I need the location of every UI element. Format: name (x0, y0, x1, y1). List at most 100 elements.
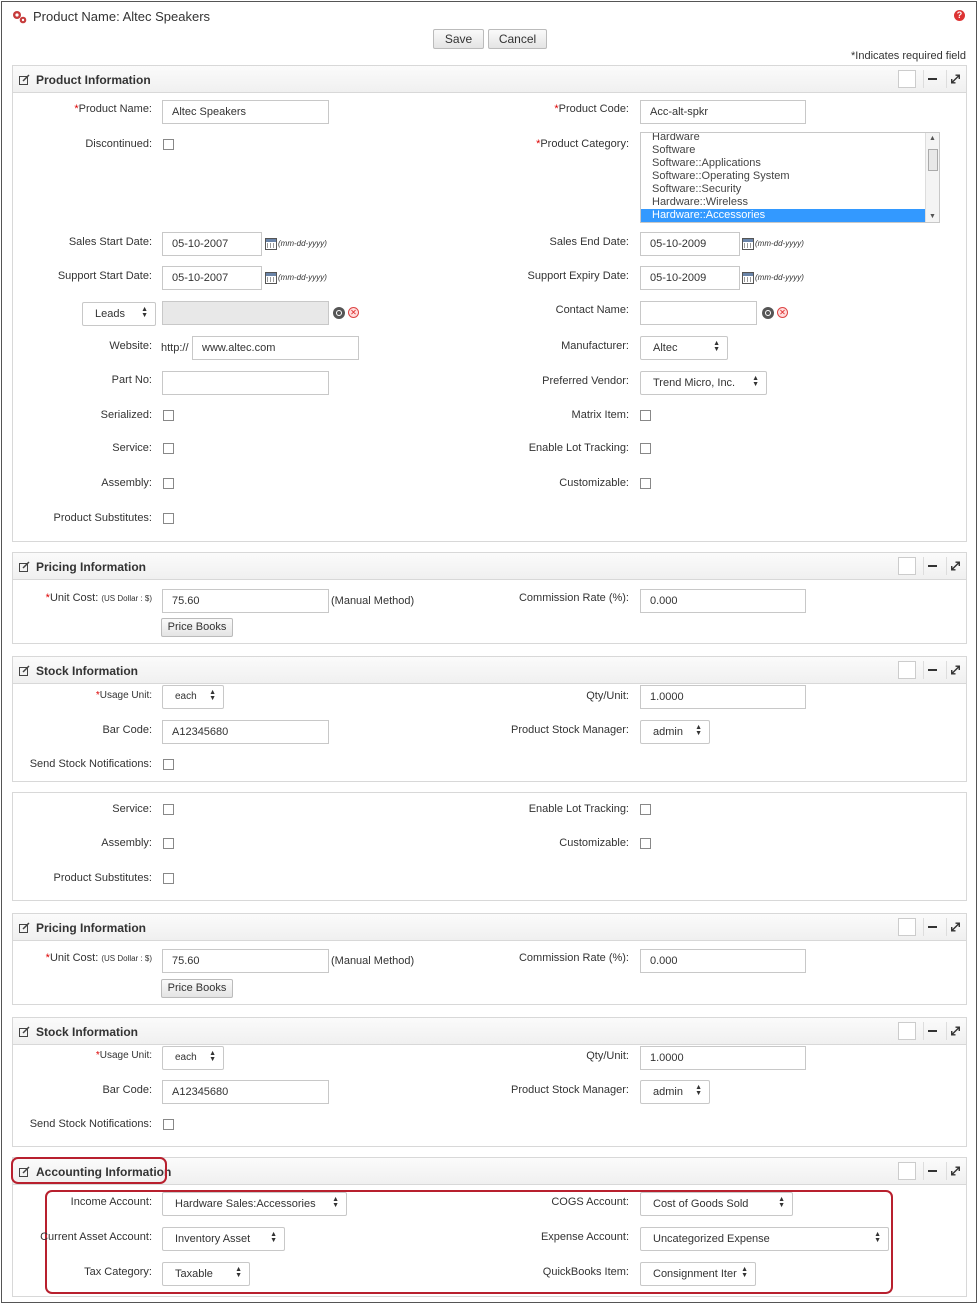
contact-name-input[interactable] (640, 301, 757, 325)
product-code-input[interactable]: Acc-alt-spkr (640, 100, 806, 124)
website-input[interactable]: www.altec.com (192, 336, 359, 360)
matrix-item-label: Matrix Item: (571, 409, 629, 421)
category-option[interactable]: Software (641, 144, 927, 157)
collapse-icon[interactable] (923, 557, 941, 575)
panel-checkbox[interactable] (898, 918, 916, 936)
expense-account-select[interactable]: Uncategorized Expense ▲ ▼ (640, 1227, 889, 1251)
calendar-icon[interactable] (265, 238, 277, 250)
collapse-icon[interactable] (923, 918, 941, 936)
unit-cost-input[interactable]: 75.60 (162, 589, 329, 613)
support-expiry-date-input[interactable]: 05-10-2009 (640, 266, 740, 290)
qty-unit-input[interactable]: 1.0000 (640, 685, 806, 709)
edit-icon[interactable] (19, 665, 30, 676)
quickbooks-item-select[interactable]: Consignment Iter ▲ ▼ (640, 1262, 756, 1286)
support-start-date-input[interactable]: 05-10-2007 (162, 266, 262, 290)
panel-checkbox[interactable] (898, 70, 916, 88)
expand-icon[interactable] (946, 918, 964, 936)
category-option[interactable]: Hardware::Accessories (641, 209, 927, 222)
service-checkbox[interactable] (163, 804, 174, 815)
matrix-item-checkbox[interactable] (640, 410, 651, 421)
product-name-input[interactable]: Altec Speakers (162, 100, 329, 124)
expand-icon[interactable] (946, 661, 964, 679)
category-option[interactable]: Software::Operating System (641, 170, 927, 183)
edit-icon[interactable] (19, 922, 30, 933)
page-title: Product Name: Altec Speakers (33, 9, 211, 24)
part-no-input[interactable] (162, 371, 329, 395)
collapse-icon[interactable] (923, 70, 941, 88)
collapse-icon[interactable] (923, 661, 941, 679)
preferred-vendor-select[interactable]: Trend Micro, Inc. ▲ ▼ (640, 371, 767, 395)
current-asset-account-select[interactable]: Inventory Asset ▲ ▼ (162, 1227, 285, 1251)
stock-manager-select[interactable]: admin ▲ ▼ (640, 1080, 710, 1104)
expand-icon[interactable] (946, 557, 964, 575)
lot-tracking-checkbox[interactable] (640, 443, 651, 454)
unit-cost-input[interactable]: 75.60 (162, 949, 329, 973)
serialized-label: Serialized: (100, 409, 152, 421)
collapse-icon[interactable] (923, 1162, 941, 1180)
edit-icon[interactable] (19, 1026, 30, 1037)
commission-rate-input[interactable]: 0.000 (640, 949, 806, 973)
customizable-checkbox[interactable] (640, 838, 651, 849)
search-icon[interactable] (333, 307, 345, 319)
cogs-account-select[interactable]: Cost of Goods Sold ▲ ▼ (640, 1192, 793, 1216)
panel-checkbox[interactable] (898, 557, 916, 575)
expand-icon[interactable] (946, 1162, 964, 1180)
assembly-checkbox[interactable] (163, 838, 174, 849)
category-option[interactable]: Software::Applications (641, 157, 927, 170)
calendar-icon[interactable] (742, 238, 754, 250)
sales-start-date-input[interactable]: 05-10-2007 (162, 232, 262, 256)
send-stock-notifications-checkbox[interactable] (163, 1119, 174, 1130)
cancel-button[interactable]: Cancel (488, 29, 547, 49)
product-code-label: *Product Code: (554, 103, 629, 115)
product-substitutes-label: Product Substitutes: (53, 512, 152, 524)
listbox-scrollbar[interactable]: ▲ ▼ (925, 133, 939, 222)
expand-icon[interactable] (946, 70, 964, 88)
search-icon[interactable] (762, 307, 774, 319)
panel-checkbox[interactable] (898, 1022, 916, 1040)
expand-icon[interactable] (946, 1022, 964, 1040)
tax-category-select[interactable]: Taxable ▲ ▼ (162, 1262, 250, 1286)
bar-code-input[interactable]: A12345680 (162, 1080, 329, 1104)
send-stock-notifications-checkbox[interactable] (163, 759, 174, 770)
usage-unit-select[interactable]: each ▲ ▼ (162, 685, 224, 709)
qty-unit-input[interactable]: 1.0000 (640, 1046, 806, 1070)
product-substitutes-checkbox[interactable] (163, 513, 174, 524)
calendar-icon[interactable] (742, 272, 754, 284)
collapse-icon[interactable] (923, 1022, 941, 1040)
product-category-listbox[interactable]: Hardware Software Software::Applications So… (640, 132, 940, 223)
bar-code-input[interactable]: A12345680 (162, 720, 329, 744)
assembly-checkbox[interactable] (163, 478, 174, 489)
panel-title: Pricing Information (36, 560, 147, 574)
help-icon[interactable]: ? (954, 10, 965, 21)
clear-icon[interactable]: ✕ (348, 307, 359, 318)
product-substitutes-checkbox[interactable] (163, 873, 174, 884)
calendar-icon[interactable] (265, 272, 277, 284)
date-format-hint: (mm-dd-yyyy) (278, 239, 327, 248)
category-option[interactable]: Hardware::Wireless (641, 196, 927, 209)
manufacturer-select[interactable]: Altec ▲ ▼ (640, 336, 728, 360)
category-option[interactable]: Hardware (641, 133, 927, 144)
stock-manager-select[interactable]: admin ▲ ▼ (640, 720, 710, 744)
serialized-checkbox[interactable] (163, 410, 174, 421)
category-option[interactable]: Software::Security (641, 183, 927, 196)
discontinued-checkbox[interactable] (163, 139, 174, 150)
manual-method-note: (Manual Method) (331, 595, 415, 607)
clear-icon[interactable]: ✕ (777, 307, 788, 318)
customizable-checkbox[interactable] (640, 478, 651, 489)
usage-unit-label: *Usage Unit: (95, 1050, 152, 1061)
usage-unit-select[interactable]: each ▲ ▼ (162, 1046, 224, 1070)
income-account-select[interactable]: Hardware Sales:Accessories ▲ ▼ (162, 1192, 347, 1216)
service-checkbox[interactable] (163, 443, 174, 454)
sales-end-date-input[interactable]: 05-10-2009 (640, 232, 740, 256)
related-record-input[interactable] (162, 301, 329, 325)
panel-checkbox[interactable] (898, 1162, 916, 1180)
edit-icon[interactable] (19, 561, 30, 572)
related-to-select[interactable]: Leads ▲ ▼ (82, 302, 156, 326)
save-button[interactable]: Save (433, 29, 484, 49)
lot-tracking-checkbox[interactable] (640, 804, 651, 815)
edit-icon[interactable] (19, 74, 30, 85)
panel-checkbox[interactable] (898, 661, 916, 679)
commission-rate-input[interactable]: 0.000 (640, 589, 806, 613)
price-books-button[interactable]: Price Books (161, 618, 233, 637)
price-books-button[interactable]: Price Books (161, 979, 233, 998)
